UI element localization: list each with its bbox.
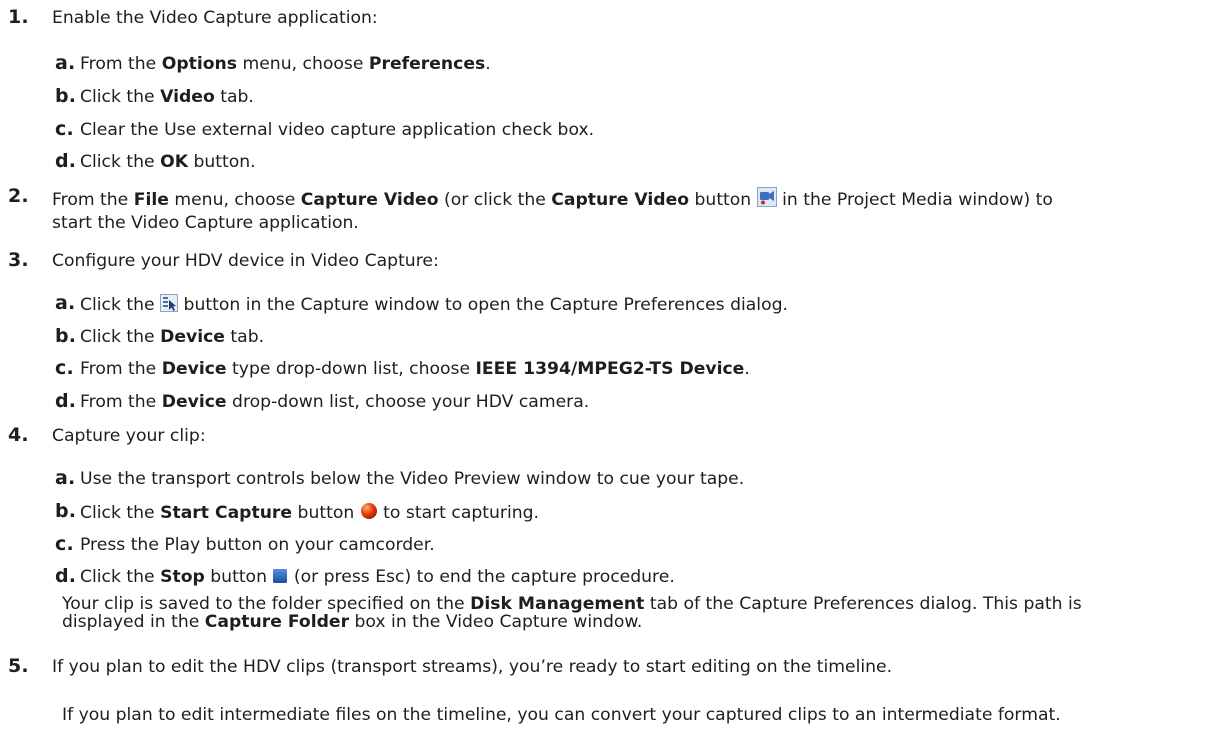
stop-icon: [272, 568, 288, 589]
substep-letter: d.: [55, 150, 77, 172]
step-number: 2.: [8, 185, 29, 207]
substep-letter: c.: [55, 118, 74, 140]
substep-letter: b.: [55, 325, 77, 347]
substep-letter: a.: [55, 467, 76, 489]
step-text: Capture your clip:: [52, 426, 206, 446]
substep-letter: b.: [55, 500, 77, 522]
substep-text: Click the button in the Capture window t…: [80, 294, 788, 317]
substep-text: Click the Device tab.: [80, 327, 265, 347]
substep-text: Use the transport controls below the Vid…: [80, 469, 745, 489]
note-text-continued: displayed in the Capture Folder box in t…: [62, 612, 643, 632]
substep-letter: d.: [55, 390, 77, 412]
substep-letter: c.: [55, 357, 74, 379]
substep-letter: b.: [55, 85, 77, 107]
paragraph: If you plan to edit intermediate files o…: [62, 705, 1061, 725]
substep-letter: d.: [55, 565, 77, 587]
substep-letter: c.: [55, 533, 74, 555]
substep-text: Click the Video tab.: [80, 87, 254, 107]
substep-text: From the Options menu, choose Preference…: [80, 54, 491, 74]
step-number: 1.: [8, 6, 29, 28]
substep-letter: a.: [55, 52, 76, 74]
step-text: From the File menu, choose Capture Video…: [52, 187, 1053, 212]
step-text: If you plan to edit the HDV clips (trans…: [52, 657, 893, 677]
step-number: 4.: [8, 424, 29, 446]
step-text: Enable the Video Capture application:: [52, 8, 378, 28]
substep-text: From the Device drop-down list, choose y…: [80, 392, 590, 412]
substep-text: Click the Start Capture button to start …: [80, 502, 540, 525]
capture-preferences-icon: [160, 294, 179, 317]
substep-text: From the Device type drop-down list, cho…: [80, 359, 750, 379]
record-icon: [360, 502, 378, 525]
step-text: Configure your HDV device in Video Captu…: [52, 251, 439, 271]
substep-text: Click the OK button.: [80, 152, 256, 172]
step-number: 3.: [8, 249, 29, 271]
step-number: 5.: [8, 655, 29, 677]
substep-text: Press the Play button on your camcorder.: [80, 535, 435, 555]
substep-text: Click the Stop button (or press Esc) to …: [80, 567, 675, 589]
substep-letter: a.: [55, 292, 76, 314]
substep-text: Clear the Use external video capture app…: [80, 120, 595, 140]
note-text: Your clip is saved to the folder specifi…: [62, 594, 1082, 614]
capture-video-icon: [756, 187, 777, 212]
step-text-continued: start the Video Capture application.: [52, 213, 359, 233]
